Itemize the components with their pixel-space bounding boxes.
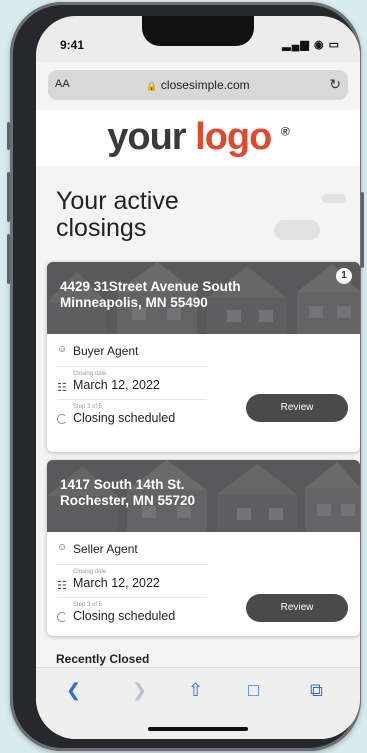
address-line2: Minneapolis, MN 55490	[60, 295, 208, 310]
recently-closed-heading: Recently Closed	[56, 652, 150, 666]
phone-frame: 9:41 ▂▄▆ ◉ ▭ AA 🔒 closesimple.com ↻ your…	[7, 2, 364, 751]
agent-role: Seller Agent	[73, 542, 138, 556]
house-banner: 4429 31Street Avenue South Minneapolis, …	[47, 262, 360, 334]
calendar-icon: ☷	[57, 382, 67, 394]
home-indicator	[148, 727, 248, 731]
chevron-left-icon[interactable]: ❮	[66, 680, 81, 701]
step-status: Closing scheduled	[73, 609, 176, 623]
user-circle-icon: ☺	[57, 344, 68, 355]
logo-part1: your	[107, 116, 186, 158]
user-circle-icon: ☺	[57, 542, 68, 553]
step-row: Step 3 of 5 Closing scheduled	[57, 400, 207, 432]
phone-screen: 9:41 ▂▄▆ ◉ ▭ AA 🔒 closesimple.com ↻ your…	[36, 16, 360, 739]
progress-spinner-icon	[57, 612, 67, 622]
chevron-right-icon[interactable]: ❯	[132, 680, 147, 701]
review-button[interactable]: Review	[246, 594, 348, 622]
step-status: Closing scheduled	[73, 411, 176, 425]
address-line1: 1417 South 14th St.	[60, 477, 185, 492]
logo[interactable]: your logo ®	[107, 116, 290, 159]
closing-date-row: ☷ Closing date March 12, 2022	[57, 367, 207, 400]
calendar-icon: ☷	[57, 580, 67, 592]
site-header: your logo ®	[36, 110, 360, 166]
page-title: Your active closings	[56, 187, 179, 242]
step-row: Step 3 of 5 Closing scheduled	[57, 598, 207, 630]
main-content: Your active closings 4429 31Street Avenu…	[36, 166, 360, 666]
property-address: 4429 31Street Avenue South Minneapolis, …	[60, 279, 241, 311]
step-label: Step 3 of 5	[73, 602, 103, 608]
reload-icon[interactable]: ↻	[329, 76, 341, 93]
logo-part2: logo	[195, 116, 272, 158]
power-button	[361, 192, 364, 268]
house-banner: 1417 South 14th St. Rochester, MN 55720	[47, 460, 360, 532]
agent-role: Buyer Agent	[73, 344, 139, 358]
book-icon[interactable]: □	[248, 680, 259, 701]
url-text[interactable]: 🔒 closesimple.com	[48, 78, 348, 92]
address-bar[interactable]: AA 🔒 closesimple.com ↻	[48, 70, 348, 100]
notch	[142, 16, 254, 46]
volume-up-button	[7, 172, 10, 222]
mute-switch	[7, 122, 10, 150]
lock-icon: 🔒	[146, 81, 158, 91]
closing-date-label: Closing date	[73, 569, 107, 575]
registered-mark: ®	[280, 124, 290, 139]
cloud-decoration	[322, 194, 346, 203]
review-button[interactable]: Review	[246, 394, 348, 422]
progress-spinner-icon	[57, 414, 67, 424]
closing-date: March 12, 2022	[73, 378, 160, 392]
closing-card[interactable]: 1417 South 14th St. Rochester, MN 55720 …	[47, 460, 360, 636]
property-address: 1417 South 14th St. Rochester, MN 55720	[60, 477, 195, 509]
url-label: closesimple.com	[160, 78, 250, 92]
cloud-decoration	[274, 220, 320, 240]
address-line1: 4429 31Street Avenue South	[60, 279, 241, 294]
closing-date-label: Closing date	[73, 371, 107, 377]
closing-card[interactable]: 4429 31Street Avenue South Minneapolis, …	[47, 262, 360, 452]
step-label: Step 3 of 5	[73, 404, 103, 410]
agent-role-row: ☺ Seller Agent	[57, 532, 207, 565]
address-line2: Rochester, MN 55720	[60, 493, 196, 508]
agent-role-row: ☺ Buyer Agent	[57, 334, 207, 367]
share-icon[interactable]: ⇧	[188, 680, 203, 701]
tabs-icon[interactable]: ⧉	[310, 680, 323, 701]
status-icons: ▂▄▆ ◉ ▭	[282, 39, 340, 51]
status-time: 9:41	[60, 38, 85, 52]
volume-down-button	[7, 234, 10, 284]
notification-badge: 1	[336, 268, 352, 284]
closing-date: March 12, 2022	[73, 576, 160, 590]
closing-date-row: ☷ Closing date March 12, 2022	[57, 565, 207, 598]
